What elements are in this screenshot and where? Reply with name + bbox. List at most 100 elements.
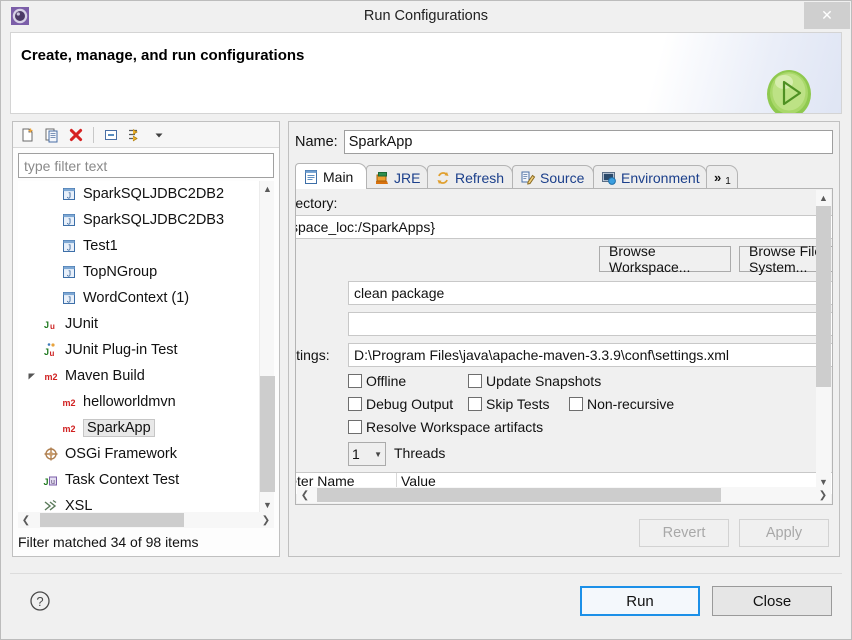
tab-environment[interactable]: Environment xyxy=(593,165,707,189)
form-hscroll-thumb[interactable] xyxy=(317,488,721,502)
form-horizontal-scrollbar[interactable]: ❮ ❯ xyxy=(297,487,831,503)
collapse-all-icon[interactable] xyxy=(100,124,122,146)
scroll-right-icon[interactable]: ❯ xyxy=(258,512,274,528)
banner: Create, manage, and run configurations xyxy=(10,32,842,114)
tree-item-label: XSL xyxy=(65,498,93,512)
scroll-up-icon[interactable]: ▲ xyxy=(260,181,275,196)
checkbox-box[interactable] xyxy=(348,374,362,388)
tree-item-test1[interactable]: J Test1 xyxy=(18,233,258,259)
tree-item-helloworldmvn[interactable]: m2 helloworldmvn xyxy=(18,389,258,415)
checkbox-update-snapshots[interactable]: Update Snapshots xyxy=(468,373,601,389)
tree-item-label: OSGi Framework xyxy=(65,446,177,462)
tree-item-sparksqljdbc2db3[interactable]: J SparkSQLJDBC2DB3 xyxy=(18,207,258,233)
tab-refresh[interactable]: Refresh xyxy=(427,165,513,189)
help-question-icon[interactable]: ? xyxy=(28,589,52,613)
tab-label: Source xyxy=(540,169,585,186)
tab-jre[interactable]: JRE xyxy=(366,165,428,189)
checkbox-skip-tests[interactable]: Skip Tests xyxy=(468,396,550,412)
scroll-up-icon[interactable]: ▲ xyxy=(816,190,831,205)
threads-select[interactable]: 1 ▼ xyxy=(348,442,386,466)
launch-configurations-tree-panel: J SparkSQLJDBC2DB2 J SparkSQLJDBC2DB3 J Test1… xyxy=(12,121,280,557)
run-button[interactable]: Run xyxy=(580,586,700,616)
tab-label: » xyxy=(714,170,722,185)
tree-item-sparksqljdbc2db2[interactable]: J SparkSQLJDBC2DB2 xyxy=(18,181,258,207)
jre-tab-icon xyxy=(374,170,390,186)
checkbox-label: Resolve Workspace artifacts xyxy=(366,419,544,435)
duplicate-configuration-icon[interactable] xyxy=(41,124,63,146)
scroll-left-icon[interactable]: ❮ xyxy=(18,512,34,528)
scroll-right-icon[interactable]: ❯ xyxy=(815,487,831,503)
tree-item-label: Test1 xyxy=(83,238,118,254)
toolbar-separator xyxy=(93,126,94,143)
tree-item-osgi-framework[interactable]: OSGi Framework xyxy=(18,441,258,467)
checkbox-box[interactable] xyxy=(348,420,362,434)
checkbox-box[interactable] xyxy=(468,374,482,388)
tab-source[interactable]: Source xyxy=(512,165,594,189)
tree-scroll-thumb[interactable] xyxy=(260,376,275,492)
tab-main[interactable]: Main xyxy=(295,163,367,189)
java-app-icon: J xyxy=(60,186,78,202)
expand-arrow-icon[interactable] xyxy=(26,370,38,382)
base-directory-input[interactable]: ${workspace_loc:/SparkApps} xyxy=(296,215,832,239)
tree-item-junit[interactable]: Ju JUnit xyxy=(18,311,258,337)
tree-item-xsl[interactable]: XSL xyxy=(18,493,258,512)
filter-icon[interactable] xyxy=(124,124,146,146)
user-settings-input[interactable]: D:\Program Files\java\apache-maven-3.3.9… xyxy=(348,343,832,367)
checkbox-non-recursive[interactable]: Non-recursive xyxy=(569,396,674,412)
goals-input[interactable]: clean package xyxy=(348,281,832,305)
checkbox-box[interactable] xyxy=(348,397,362,411)
tree-item-label: SparkSQLJDBC2DB3 xyxy=(83,212,225,228)
checkbox-label: Offline xyxy=(366,373,407,389)
close-icon[interactable]: ✕ xyxy=(804,2,850,29)
svg-text:u: u xyxy=(50,349,55,358)
java-app-icon: J xyxy=(60,212,78,228)
checkbox-box[interactable] xyxy=(468,397,482,411)
cancel-button[interactable]: Close xyxy=(712,586,832,616)
tab-overflow-more[interactable]: » 1 xyxy=(706,165,738,189)
tree-vertical-scrollbar[interactable]: ▲ ▼ xyxy=(259,181,275,512)
dialog-footer: ? Run Close xyxy=(10,573,842,631)
browse-workspace-button[interactable]: Browse Workspace... xyxy=(599,243,731,275)
checkbox-offline[interactable]: Offline xyxy=(348,373,406,389)
scroll-left-icon[interactable]: ❮ xyxy=(297,487,313,503)
configuration-name-input[interactable] xyxy=(343,130,833,154)
view-menu-chevron-icon[interactable] xyxy=(148,124,170,146)
tree-item-task-context-test[interactable]: Ju Task Context Test xyxy=(18,467,258,493)
svg-text:J: J xyxy=(44,320,49,330)
new-configuration-icon[interactable] xyxy=(17,124,39,146)
revert-button[interactable]: Revert xyxy=(639,519,729,547)
configurations-tree[interactable]: J SparkSQLJDBC2DB2 J SparkSQLJDBC2DB3 J Test1… xyxy=(18,181,274,512)
name-row: Name: xyxy=(295,130,833,154)
junit-plugin-icon: Ju xyxy=(42,342,60,358)
refresh-tab-icon xyxy=(435,170,451,186)
tab-label: Refresh xyxy=(455,169,505,186)
delete-configuration-icon[interactable] xyxy=(65,124,87,146)
filter-status-text: Filter matched 34 of 98 items xyxy=(18,534,199,550)
svg-text:m2: m2 xyxy=(62,398,75,408)
tree-horizontal-scrollbar[interactable]: ❮ ❯ xyxy=(18,512,274,528)
tree-item-wordcontext-1[interactable]: J WordContext (1) xyxy=(18,285,258,311)
scroll-down-icon[interactable]: ▼ xyxy=(260,497,275,512)
tab-label: Main xyxy=(323,168,354,185)
tree-item-maven-build[interactable]: m2 Maven Build xyxy=(18,363,258,389)
tree-rows: J SparkSQLJDBC2DB2 J SparkSQLJDBC2DB3 J Test1… xyxy=(18,181,258,512)
tree-item-topngroup[interactable]: J TopNGroup xyxy=(18,259,258,285)
tree-item-sparkapp[interactable]: m2 SparkApp xyxy=(18,415,258,441)
configuration-editor-panel: Name: Main JRE Refresh Source Environment » 1 … xyxy=(288,121,840,557)
osgi-icon xyxy=(42,446,60,462)
checkbox-label: Non-recursive xyxy=(587,396,675,412)
svg-text:m2: m2 xyxy=(44,372,57,382)
checkbox-debug-output[interactable]: Debug Output xyxy=(348,396,453,412)
search-input[interactable] xyxy=(18,153,274,178)
profiles-input[interactable] xyxy=(348,312,832,336)
apply-button[interactable]: Apply xyxy=(739,519,829,547)
main-tab-icon xyxy=(303,169,319,185)
form-scroll-thumb[interactable] xyxy=(816,206,831,387)
form-vertical-scrollbar[interactable]: ▲ ▼ xyxy=(816,190,831,489)
task-context-icon: Ju xyxy=(42,472,60,488)
tree-hscroll-thumb[interactable] xyxy=(40,513,184,527)
tree-item-junit-plug-in-test[interactable]: Ju JUnit Plug-in Test xyxy=(18,337,258,363)
checkbox-box[interactable] xyxy=(569,397,583,411)
svg-text:J: J xyxy=(67,295,71,304)
checkbox-resolve-workspace-artifacts[interactable]: Resolve Workspace artifacts xyxy=(348,419,543,435)
